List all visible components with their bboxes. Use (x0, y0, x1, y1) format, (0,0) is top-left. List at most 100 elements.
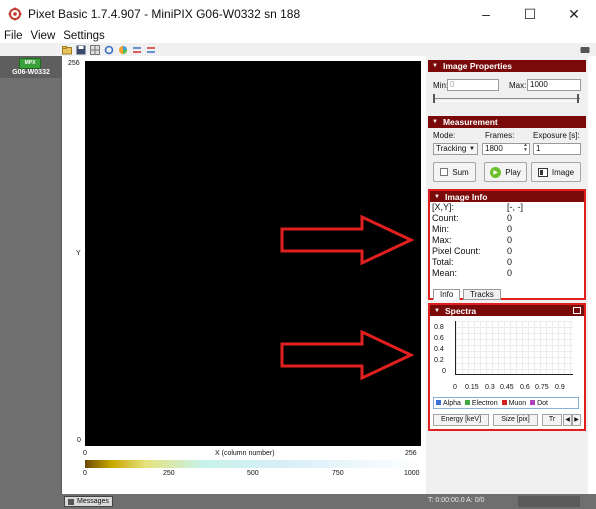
keyboard-icon[interactable] (580, 45, 590, 55)
detach-icon[interactable] (573, 307, 581, 314)
range-slider[interactable] (433, 98, 580, 102)
title-bar: Pixet Basic 1.7.4.907 - MiniPIX G06-W033… (0, 0, 596, 28)
legend-swatch-icon (530, 400, 536, 406)
exposure-label: Exposure [s]: (533, 131, 580, 140)
image-label: Image (551, 167, 575, 177)
filter-icon[interactable] (132, 45, 142, 55)
device-tile[interactable]: MPX G06-W0332 (0, 56, 62, 78)
max-input[interactable]: 1000 (527, 79, 581, 91)
colorbar-tick: 750 (332, 470, 344, 477)
y-axis-label: Y (76, 250, 81, 257)
menu-bar: File View Settings (0, 28, 596, 43)
spectra-y-tick: 0.6 (434, 335, 444, 342)
colorbar-tick: 500 (247, 470, 259, 477)
info-value-min: 0 (507, 224, 513, 234)
status-time: T: 0:00:00.0 A: 0/0 (428, 497, 485, 504)
spectra-y-tick: 0.8 (434, 324, 444, 331)
legend-label: Alpha (443, 399, 461, 407)
min-input[interactable]: 0 (447, 79, 499, 91)
collapse-triangle-icon: ▼ (432, 63, 438, 69)
spectra-x-tick: 0.6 (520, 384, 530, 391)
menu-settings[interactable]: Settings (59, 30, 109, 42)
size-button[interactable]: Size [pix] (493, 414, 538, 426)
legend-item-electron[interactable]: Electron (464, 400, 498, 407)
message-icon (68, 498, 74, 505)
device-chip-icon: MPX (19, 58, 41, 69)
device-label: G06-W0332 (12, 69, 50, 76)
spectra-header[interactable]: ▼ Spectra (428, 303, 586, 316)
tab-info[interactable]: Info (433, 289, 461, 300)
menu-file[interactable]: File (0, 30, 27, 42)
slider-max-handle[interactable] (577, 94, 579, 103)
spectra-x-tick: 0.75 (535, 384, 549, 391)
legend-item-alpha[interactable]: Alpha (436, 400, 461, 407)
spinner-icon[interactable]: ▲ ▼ (523, 143, 528, 153)
toolbar (0, 43, 596, 56)
chevron-down-icon: ▼ (469, 146, 475, 152)
frames-input[interactable]: 1800 ▲ ▼ (482, 143, 530, 155)
status-progress (518, 496, 580, 507)
color-wheel-icon[interactable] (118, 45, 128, 55)
save-icon[interactable] (76, 45, 86, 55)
legend-item-muon[interactable]: Muon (501, 399, 527, 407)
min-label: Min: (433, 81, 449, 90)
info-label-mean: Mean: (432, 268, 458, 278)
legend-swatch-icon (464, 400, 470, 406)
device-list: MPX G06-W0332 (0, 56, 62, 494)
tr-button[interactable]: Tr (542, 414, 562, 426)
x-axis-label: X (column number) (215, 450, 275, 457)
image-properties-title: Image Properties (442, 61, 512, 71)
mode-select[interactable]: Tracking ▼ (433, 143, 478, 155)
image-button[interactable]: Image (531, 162, 581, 182)
legend-item-dot[interactable]: Dot (530, 400, 548, 407)
refresh-icon[interactable] (104, 45, 114, 55)
y-axis-min: 0 (77, 437, 81, 444)
scroll-left-icon[interactable]: ◀ (563, 414, 572, 426)
legend-label: Muon (508, 399, 527, 407)
tab-tracks[interactable]: Tracks (463, 289, 501, 300)
minimize-button[interactable]: – (464, 0, 508, 28)
close-button[interactable]: ✕ (552, 0, 596, 28)
scroll-right-icon[interactable]: ▶ (572, 414, 581, 426)
legend-swatch-icon (436, 400, 441, 406)
image-info-header[interactable]: ▼ Image Info (428, 189, 586, 202)
maximize-button[interactable]: ☐ (508, 0, 552, 28)
collapse-triangle-icon: ▼ (434, 193, 440, 200)
spectra-y-tick: 0.4 (434, 346, 444, 353)
slider-min-handle[interactable] (433, 94, 435, 103)
messages-label: Messages (77, 498, 109, 505)
info-value-max: 0 (507, 235, 513, 245)
info-label-count: Count: (432, 213, 459, 223)
frames-value: 1800 (485, 144, 503, 153)
mode-label: Mode: (433, 131, 456, 140)
colorbar-tick: 1000 (404, 470, 420, 477)
ruler-icon[interactable] (146, 45, 156, 55)
legend-label: Dot (537, 399, 549, 407)
image-properties-header[interactable]: ▼ Image Properties (428, 60, 586, 72)
spectra-plot[interactable] (455, 321, 573, 375)
frames-label: Frames: (485, 131, 515, 140)
mode-select-value: Tracking (436, 144, 467, 153)
info-value-xy: [-, -] (507, 202, 523, 212)
exposure-input[interactable]: 1 (533, 143, 581, 155)
colorbar-tick: 250 (163, 470, 175, 477)
grid-icon[interactable] (90, 44, 100, 55)
app-icon (8, 7, 22, 21)
colorbar-tick: 0 (83, 470, 87, 477)
window-title: Pixet Basic 1.7.4.907 - MiniPIX G06-W033… (28, 7, 301, 21)
right-panel-scrollbar[interactable] (588, 56, 596, 494)
play-icon: ▶ (490, 166, 502, 178)
measurement-header[interactable]: ▼ Measurement (428, 116, 586, 128)
image-info-title: Image Info (444, 191, 488, 202)
sum-checkbox[interactable]: Sum (433, 162, 476, 182)
play-label: Play (505, 167, 521, 177)
play-button[interactable]: ▶ Play (484, 162, 527, 182)
messages-button[interactable]: Messages (64, 496, 113, 507)
sum-label: Sum (452, 167, 469, 177)
annotation-arrow-icon (280, 215, 414, 265)
max-label: Max: (509, 81, 527, 90)
energy-button[interactable]: Energy [keV] (433, 414, 489, 426)
folder-icon[interactable] (62, 45, 72, 55)
menu-view[interactable]: View (27, 30, 60, 42)
info-label-total: Total: (432, 257, 454, 267)
